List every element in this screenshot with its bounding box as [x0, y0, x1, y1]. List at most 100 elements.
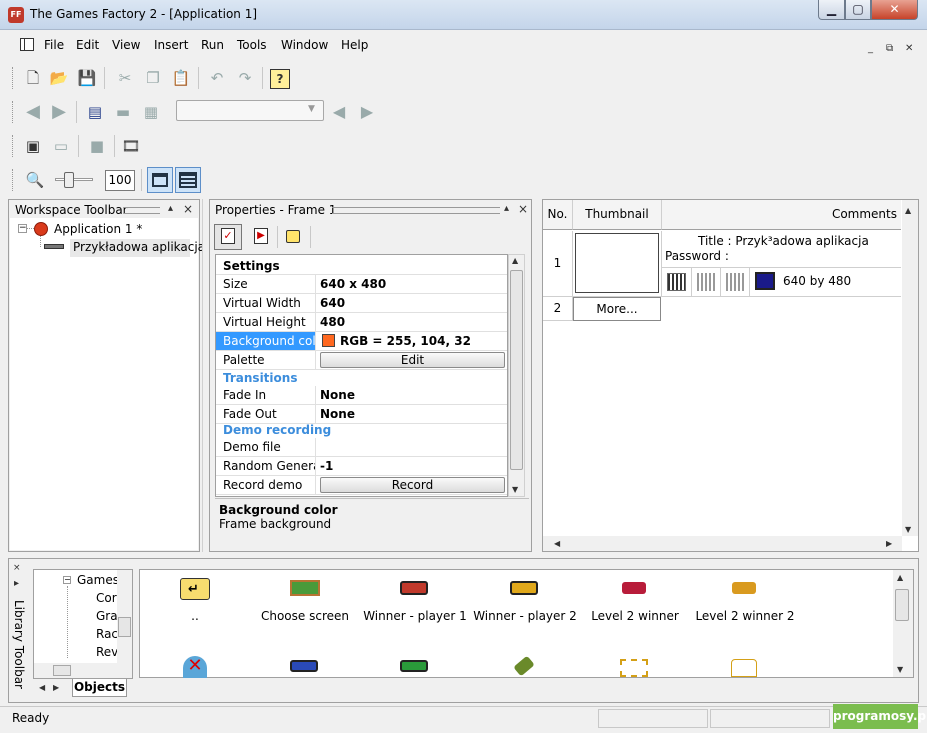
storyboard-vscroll[interactable] [902, 200, 918, 536]
col-header-thumbnail[interactable]: Thumbnail [573, 200, 662, 230]
choose-screen-icon[interactable] [290, 580, 320, 596]
help-context-icon[interactable]: ? [270, 69, 290, 89]
library-object-label[interactable]: .. [140, 609, 250, 623]
scrollbar-thumb[interactable] [53, 665, 71, 676]
zoom-input[interactable]: 100 [105, 170, 135, 191]
tree-expander[interactable]: − [63, 576, 71, 584]
forward-circle-icon[interactable]: ▶ [48, 101, 70, 123]
splitter[interactable] [532, 199, 542, 552]
panel-close-icon[interactable]: × [518, 202, 528, 216]
menu-view[interactable]: View [112, 38, 140, 52]
panel-grip[interactable] [124, 207, 160, 214]
tree-node-application[interactable]: Application 1 * [54, 222, 142, 236]
frame-thumbnail[interactable] [575, 233, 659, 293]
library-object-label[interactable]: Winner - player 1 [360, 609, 470, 623]
frame-editor-icon[interactable]: ▬ [112, 101, 134, 123]
scroll-up-icon[interactable]: ▲ [905, 206, 911, 215]
prop-row-fade-in[interactable]: Fade In None [216, 386, 507, 405]
prop-row-demo-file[interactable]: Demo file [216, 438, 507, 457]
new-icon[interactable]: 🗋 [22, 67, 44, 89]
scrollbar-thumb[interactable] [510, 270, 523, 470]
prop-value[interactable]: 640 [318, 294, 507, 312]
section-transitions[interactable]: Transitions [216, 370, 507, 386]
back-circle-icon[interactable]: ◀ [22, 101, 44, 123]
tree-expander[interactable]: − [18, 224, 27, 233]
library-objects-vscroll[interactable] [893, 570, 913, 677]
save-icon[interactable]: 💾 [76, 67, 98, 89]
menu-insert[interactable]: Insert [154, 38, 188, 52]
run-frame-icon[interactable]: ▭ [50, 135, 72, 157]
mdi-restore-button[interactable]: ⧉ [886, 43, 893, 54]
panel-close-icon[interactable]: × [183, 202, 193, 216]
toolbar-grip[interactable] [12, 135, 15, 157]
scroll-up-icon[interactable]: ▲ [897, 573, 903, 582]
dashed-frame-icon[interactable] [620, 659, 648, 677]
scroll-down-icon[interactable]: ▼ [897, 665, 903, 674]
prop-value[interactable]: None [318, 386, 507, 404]
prop-value[interactable]: 640 x 480 [318, 275, 507, 293]
event-editor-icon[interactable]: ▦ [140, 101, 162, 123]
tree-node-item[interactable]: Cor [96, 591, 117, 605]
tab-objects[interactable]: Objects [72, 679, 127, 697]
frame-size-cell[interactable]: 640 by 480 [750, 268, 901, 297]
tree-node-games[interactable]: Games [77, 573, 119, 587]
panel-pin-icon[interactable]: ▴ [504, 203, 509, 214]
frame-selector-dropdown[interactable] [176, 100, 324, 121]
section-demo-recording[interactable]: Demo recording [216, 422, 507, 438]
mdi-minimize-button[interactable]: _ [868, 43, 873, 54]
tree-node-item[interactable]: Rev [96, 645, 118, 659]
toolbar-grip[interactable] [12, 169, 15, 191]
stop-icon[interactable]: ■ [86, 135, 108, 157]
panel-pin-icon[interactable]: ▴ [168, 203, 173, 214]
prop-row-size[interactable]: Size 640 x 480 [216, 275, 507, 294]
zoom-icon[interactable]: 🔍 [24, 169, 46, 191]
scroll-right-icon[interactable]: ▶ [886, 539, 892, 548]
library-object-label[interactable]: Winner - player 2 [470, 609, 580, 623]
library-object-label[interactable]: Choose screen [250, 609, 360, 623]
prop-row-random-generator[interactable]: Random Generator -1 [216, 457, 507, 476]
red-racecar-icon[interactable] [622, 582, 646, 594]
mdi-close-button[interactable]: ✕ [905, 43, 913, 54]
view-window-button[interactable] [147, 167, 173, 193]
library-object-label[interactable]: Level 2 winner 2 [690, 609, 800, 623]
red-car-icon[interactable] [400, 581, 428, 595]
yellow-racecar-icon[interactable] [732, 582, 756, 594]
menu-file[interactable]: File [44, 38, 64, 52]
record-button[interactable]: Record [320, 477, 505, 493]
library-tree-hscroll[interactable] [34, 663, 132, 678]
copy-icon[interactable]: ❐ [142, 67, 164, 89]
frame-outline-icon[interactable] [731, 659, 757, 677]
blue-car-icon[interactable] [290, 660, 318, 672]
menu-run[interactable]: Run [201, 38, 224, 52]
previous-frame-icon[interactable]: ◀ [328, 101, 350, 123]
toolbar-grip[interactable] [12, 67, 15, 89]
scrollbar-thumb[interactable] [895, 589, 909, 621]
frame-thumbnail-cell[interactable] [573, 231, 662, 297]
col-header-comments[interactable]: Comments [662, 200, 901, 230]
tree-node-frame[interactable]: Przykładowa aplikacja [73, 240, 205, 254]
prop-row-virtual-width[interactable]: Virtual Width 640 [216, 294, 507, 313]
storyboard-hscroll[interactable] [543, 536, 902, 551]
document-menu-icon[interactable] [20, 38, 34, 51]
tab-scroll-right-icon[interactable]: ▶ [53, 683, 59, 692]
frame-comments-cell[interactable]: Title : Przyk³adowa aplikacja Password : [662, 231, 901, 268]
prop-row-virtual-height[interactable]: Virtual Height 480 [216, 313, 507, 332]
about-tab-icon[interactable] [286, 230, 300, 243]
prop-value[interactable]: RGB = 255, 104, 32 [318, 332, 507, 350]
maximize-button[interactable]: ▢ [845, 0, 871, 20]
tree-node-item[interactable]: Rac [96, 627, 118, 641]
run-application-icon[interactable]: ▣ [22, 135, 44, 157]
scroll-up-icon[interactable]: ▲ [512, 256, 518, 265]
open-folder-icon[interactable]: 📂 [48, 67, 70, 89]
yellow-car-icon[interactable] [510, 581, 538, 595]
storyboard-icon[interactable]: ▤ [84, 101, 106, 123]
tab-scroll-left-icon[interactable]: ◀ [39, 683, 45, 692]
prop-row-background-color[interactable]: Background color RGB = 255, 104, 32 [216, 332, 507, 351]
menu-window[interactable]: Window [281, 38, 328, 52]
runtime-tab-icon[interactable]: ▶ [254, 228, 268, 244]
next-frame-icon[interactable]: ▶ [356, 101, 378, 123]
splitter[interactable] [202, 199, 209, 552]
scrollbar-thumb[interactable] [118, 617, 131, 637]
section-settings[interactable]: Settings [216, 256, 507, 275]
prop-row-record-demo[interactable]: Record demo Record [216, 476, 507, 495]
